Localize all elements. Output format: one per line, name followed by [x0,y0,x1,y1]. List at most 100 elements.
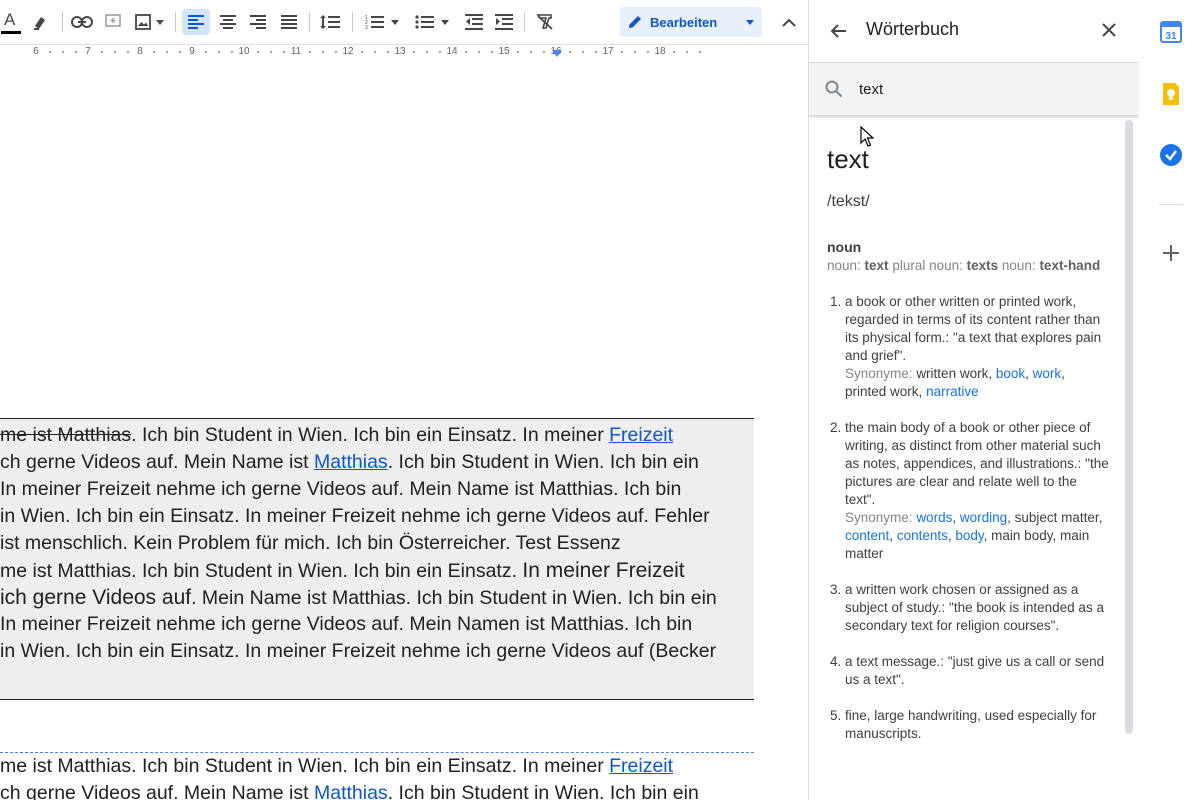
part-of-speech: noun [827,239,862,255]
synonyms-label: Synonyme: [845,366,913,381]
synonym-link[interactable]: contents [897,528,948,543]
align-right-button[interactable] [244,9,272,35]
line-spacing-icon [320,15,340,29]
ruler-number: 6 [33,46,39,57]
decrease-indent-icon [465,14,483,30]
panel-title: Wörterbuch [866,19,960,39]
mouse-pointer-icon [860,126,874,147]
close-button[interactable] [1101,22,1117,43]
synonym-link[interactable]: wording [960,510,1007,525]
text-line: me ist Matthias. Ich bin Student in Wien… [0,424,674,446]
synonym-link[interactable]: content [845,528,889,543]
image-icon [135,14,151,30]
synonym: main body [991,528,1053,543]
ruler-number: 8 [137,46,143,57]
text-line: ch gerne Videos auf. Mein Name ist Matth… [0,451,699,473]
paragraph-block-1[interactable]: me ist Matthias. Ich bin Student in Wien… [0,422,760,665]
document-canvas[interactable]: me ist Matthias. Ich bin Student in Wien… [0,60,808,800]
panel-scrollbar[interactable] [1125,120,1133,734]
text-line: in Wien. Ich bin ein Einsatz. In meiner … [0,505,710,527]
line-spacing-button[interactable] [316,9,344,35]
ruler-number: 11 [290,46,302,57]
svg-text:3: 3 [365,25,368,30]
definition-item: a book or other written or printed work,… [845,293,1109,401]
pencil-icon [629,16,641,28]
clear-formatting-button[interactable] [531,9,559,35]
dictionary-search-bar [809,63,1139,115]
align-left-button[interactable] [182,9,210,35]
text-line: In meiner Freizeit nehme ich gerne Video… [0,478,682,500]
tasks-app-button[interactable] [1159,143,1183,167]
tasks-icon [1160,144,1182,166]
synonym: printed work [845,384,919,399]
text-color-button[interactable]: A [0,9,22,35]
insert-link-button[interactable] [68,9,96,35]
increase-indent-button[interactable] [490,9,518,35]
get-addons-button[interactable] [1159,241,1183,265]
synonym-link[interactable]: book [996,366,1025,381]
synonym-link[interactable]: narrative [926,384,979,399]
ruler-scale: 6 7 8 9 10 11 12 13 14 15 16 17 18 [0,45,701,60]
numbered-list-icon: 123 [365,15,384,30]
text-line: In meiner Freizeit nehme ich gerne Video… [0,613,693,635]
calendar-icon: 31 [1160,21,1182,43]
definition-text: the main body of a book or other piece o… [845,420,1109,507]
align-center-icon [220,15,236,29]
indent-marker[interactable] [552,50,562,57]
headword: text [827,144,869,174]
ruler-number: 7 [85,46,91,57]
hyperlink[interactable]: Matthias [314,451,388,473]
dictionary-search-input[interactable] [859,78,1109,100]
definition-text: fine, large handwriting, used especially… [845,708,1097,741]
keep-app-button[interactable] [1159,82,1183,106]
highlight-button[interactable] [28,9,54,35]
text-line: in Wien. Ich bin ein Einsatz. In meiner … [0,640,717,662]
synonym-link[interactable]: work [1033,366,1062,381]
paragraph-block-2[interactable]: me ist Matthias. Ich bin Student in Wien… [0,753,760,800]
horizontal-ruler[interactable]: 6 7 8 9 10 11 12 13 14 15 16 17 18 [0,44,808,61]
decrease-indent-button[interactable] [460,9,488,35]
hyperlink[interactable]: Freizeit [609,424,673,446]
ruler-number: 15 [498,46,510,57]
panel-header: Wörterbuch [809,0,1139,63]
editing-mode-dropdown[interactable]: Bearbeiten [620,7,762,37]
synonyms-label: Synonyme: [845,510,913,525]
synonym-link[interactable]: body [955,528,983,543]
arrow-left-icon [830,24,846,38]
clear-formatting-icon [536,14,553,30]
rail-divider [1159,204,1183,205]
ruler-number: 13 [394,46,406,57]
back-button[interactable] [829,21,849,46]
synonym: written work [916,366,989,381]
bulleted-list-icon [415,15,434,29]
ruler-number: 14 [446,46,458,57]
align-right-icon [250,15,266,29]
hyperlink[interactable]: Freizeit [609,755,673,777]
svg-text:31: 31 [1165,31,1177,42]
dictionary-entry: text /tekst/ noun noun: text plural noun… [827,120,1109,761]
text-line: me ist Matthias. Ich bin Student in Wien… [0,755,674,777]
align-center-button[interactable] [214,9,242,35]
insert-image-button[interactable] [130,9,168,35]
calendar-app-button[interactable]: 31 [1159,20,1183,44]
increase-indent-icon [495,14,513,30]
hide-menus-button[interactable] [776,9,802,35]
comment-add-icon [105,14,121,27]
text-line: ch gerne Videos auf. Mein Name ist Matth… [0,780,760,800]
text-line: ich gerne Videos auf. Mein Name ist Matt… [0,586,717,609]
formatting-toolbar: A 123 Bearbeiten [0,0,808,44]
definition-item: a text message.: "just give us a call or… [845,653,1109,689]
align-justify-icon [281,15,297,29]
bulleted-list-button[interactable] [410,9,454,35]
add-icon [1163,245,1179,261]
align-left-icon [188,15,204,29]
editing-mode-label: Bearbeiten [650,14,718,30]
align-justify-button[interactable] [275,9,303,35]
synonym-link[interactable]: words [916,510,952,525]
numbered-list-button[interactable]: 123 [360,9,404,35]
close-icon [1102,23,1116,37]
chevron-down-icon [746,19,754,25]
hyperlink[interactable]: Matthias [314,782,388,800]
keep-icon [1163,83,1179,105]
add-comment-button[interactable] [100,9,126,35]
